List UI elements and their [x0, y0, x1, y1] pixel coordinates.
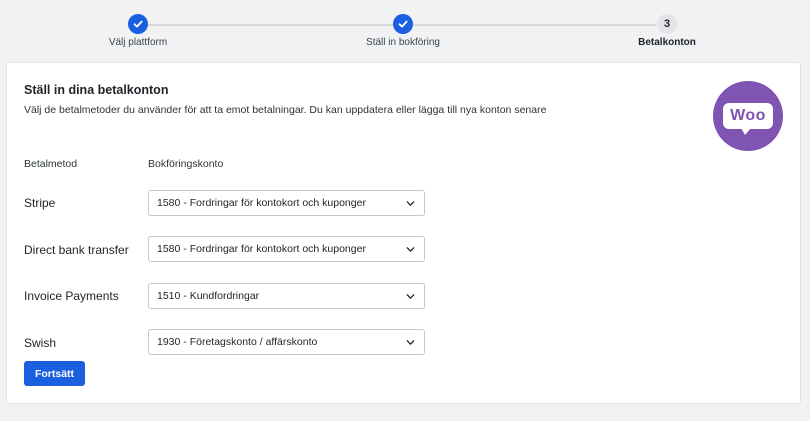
chevron-down-icon: [406, 247, 415, 252]
chevron-down-icon: [406, 294, 415, 299]
payment-method-label: Invoice Payments: [24, 289, 119, 303]
card-description: Välj de betalmetoder du använder för att…: [24, 104, 547, 116]
chevron-down-icon: [406, 201, 415, 206]
check-icon: [128, 14, 148, 34]
payment-method-label: Direct bank transfer: [24, 243, 129, 257]
account-select-stripe[interactable]: 1580 - Fordringar för kontokort och kupo…: [148, 190, 425, 216]
column-header-account: Bokföringskonto: [148, 158, 224, 170]
payment-accounts-card: Ställ in dina betalkonton Välj de betalm…: [6, 62, 801, 404]
account-select-direct-bank-transfer[interactable]: 1580 - Fordringar för kontokort och kupo…: [148, 236, 425, 262]
column-header-method: Betalmetod: [24, 158, 78, 170]
woocommerce-logo: Woo: [713, 81, 783, 151]
payment-method-label: Stripe: [24, 196, 56, 210]
account-select-swish[interactable]: 1930 - Företagskonto / affärskonto: [148, 329, 425, 355]
step-label: Välj plattform: [108, 37, 168, 48]
select-value: 1580 - Fordringar för kontokort och kupo…: [157, 243, 366, 255]
step-3[interactable]: 3 Betalkonton: [577, 14, 757, 48]
payment-method-label: Swish: [24, 336, 57, 350]
account-select-invoice-payments[interactable]: 1510 - Kundfordringar: [148, 283, 425, 309]
check-icon: [393, 14, 413, 34]
step-2[interactable]: Ställ in bokföring: [313, 14, 493, 48]
step-label: Betalkonton: [638, 37, 696, 48]
continue-button[interactable]: Fortsätt: [24, 361, 85, 386]
woo-logo-text: Woo: [723, 103, 773, 135]
progress-stepper: Välj plattform Ställ in bokföring 3 Beta…: [0, 0, 810, 60]
chevron-down-icon: [406, 340, 415, 345]
step-label: Ställ in bokföring: [366, 37, 440, 48]
select-value: 1580 - Fordringar för kontokort och kupo…: [157, 197, 366, 209]
card-title: Ställ in dina betalkonton: [24, 83, 169, 97]
step-1[interactable]: Välj plattform: [48, 14, 228, 48]
step-number: 3: [657, 14, 677, 34]
select-value: 1510 - Kundfordringar: [157, 290, 260, 302]
select-value: 1930 - Företagskonto / affärskonto: [157, 336, 318, 348]
